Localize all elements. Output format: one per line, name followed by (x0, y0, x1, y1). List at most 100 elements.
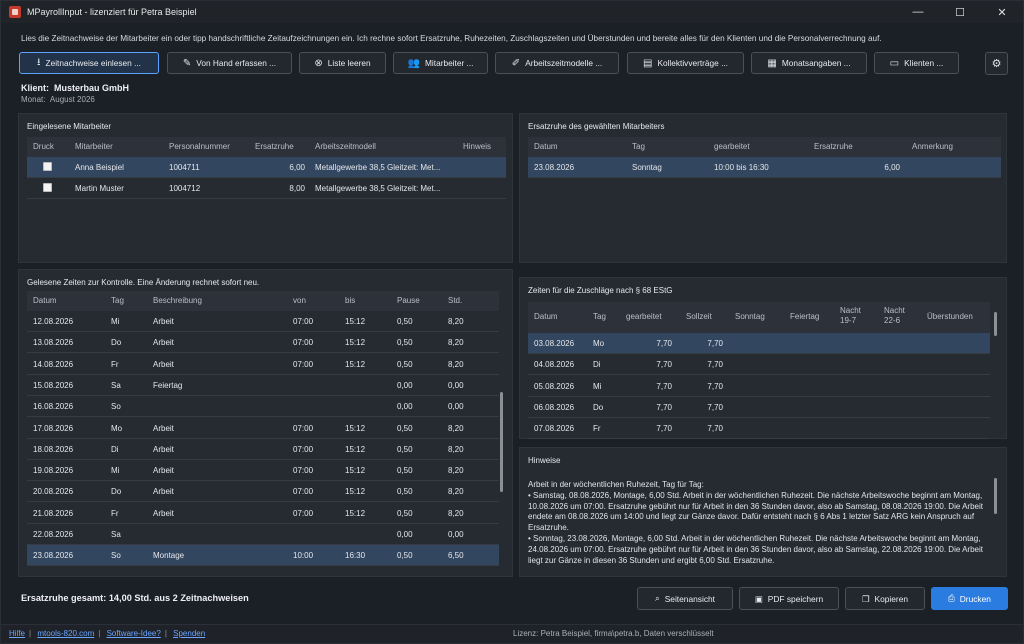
preview-button[interactable]: ⌕ Seitenansicht (637, 587, 733, 610)
collective-agreements-button[interactable]: ▤ Kollektivverträge ... (627, 52, 744, 74)
col-ueberstunden: Überstunden (927, 312, 973, 321)
table-row[interactable]: 23.08.2026 Sonntag 10:00 bis 16:30 6,00 (528, 157, 1001, 178)
table-row[interactable]: 18.08.2026 Di Arbeit 07:00 15:12 0,50 8,20 (27, 439, 499, 460)
preview-label: Seitenansicht (664, 593, 715, 604)
import-button[interactable]: ⭳ Zeitnachweise einlesen ... (19, 52, 159, 74)
table-row[interactable]: Martin Muster 1004712 8,00 Metallgewerbe… (27, 178, 506, 199)
maximize-icon[interactable]: ☐ (939, 1, 981, 23)
row-tag: Sonntag (632, 163, 662, 172)
col-sollzeit: Sollzeit (686, 312, 712, 321)
cell-pause: 0,50 (397, 359, 413, 369)
table-row[interactable]: 05.08.2026 Mi 7,70 7,70 (528, 376, 990, 397)
clear-list-button[interactable]: ⊗ Liste leeren (299, 52, 386, 74)
employee-model: Metallgewerbe 38,5 Gleitzeit: Met... (315, 163, 441, 172)
table-row[interactable]: 13.08.2026 Do Arbeit 07:00 15:12 0,50 8,20 (27, 332, 499, 354)
table-row[interactable]: 04.08.2026 Di 7,70 7,70 (528, 354, 990, 376)
website-link[interactable]: mtools-820.com (37, 629, 94, 638)
table-row[interactable]: 19.08.2026 Mi Arbeit 07:00 15:12 0,50 8,20 (27, 460, 499, 482)
print-label: Drucken (959, 593, 991, 604)
table-row[interactable]: 03.08.2026 Mo 7,70 7,70 (528, 333, 990, 354)
edit-icon: ✐ (511, 57, 521, 69)
cell-datum: 03.08.2026 (534, 339, 575, 348)
clients-button[interactable]: ▭ Klienten ... (874, 52, 959, 74)
hints-scrollbar[interactable] (994, 478, 997, 514)
col-tag: Tag (632, 142, 645, 151)
cell-datum: 05.08.2026 (534, 381, 575, 391)
cell-pause: 0,50 (397, 551, 413, 561)
print-checkbox[interactable] (43, 183, 52, 192)
col-feiertag: Feiertag (790, 312, 820, 321)
cell-gearbeitet: 7,70 (656, 381, 672, 391)
app-window: MPayrollInput - lizenziert für Petra Bei… (0, 0, 1024, 644)
print-button[interactable]: ⎙ Drucken (931, 587, 1008, 610)
cell-pause: 0,50 (397, 487, 413, 497)
cell-tag: Sa (111, 530, 121, 539)
cell-std: 6,50 (448, 551, 464, 561)
table-row[interactable]: 21.08.2026 Fr Arbeit 07:00 15:12 0,50 8,20 (27, 503, 499, 524)
cell-von: 07:00 (293, 508, 314, 518)
close-icon[interactable]: ✕ (981, 1, 1023, 23)
copy-label: Kopieren (874, 593, 909, 604)
preview-icon: ⌕ (655, 593, 660, 603)
cell-beschreibung: Arbeit (153, 423, 174, 433)
zuschlag-scrollbar[interactable] (994, 312, 997, 336)
clear-icon: ⊗ (314, 57, 323, 69)
settings-button[interactable]: ⚙ (985, 52, 1008, 75)
employee-model: Metallgewerbe 38,5 Gleitzeit: Met... (315, 184, 441, 193)
col-gearbeitet: gearbeitet (626, 312, 662, 321)
cell-bis: 15:12 (345, 317, 366, 326)
pdf-icon: ▣ (754, 593, 763, 604)
help-link[interactable]: Hilfe (9, 629, 25, 638)
table-row[interactable]: 06.08.2026 Do 7,70 7,70 (528, 397, 990, 418)
clear-list-label: Liste leeren (327, 58, 371, 68)
cell-datum: 07.08.2026 (534, 424, 575, 434)
cell-sollzeit: 7,70 (707, 424, 723, 434)
col-std: Std. (448, 296, 463, 305)
cell-std: 8,20 (448, 423, 464, 433)
cell-datum: 20.08.2026 (33, 487, 74, 497)
table-row[interactable]: 17.08.2026 Mo Arbeit 07:00 15:12 0,50 8,20 (27, 418, 499, 439)
table-row[interactable]: 22.08.2026 Sa 0,00 0,00 (27, 524, 499, 545)
table-row[interactable]: 07.08.2026 Fr 7,70 7,70 (528, 418, 990, 440)
table-row[interactable]: 14.08.2026 Fr Arbeit 07:00 15:12 0,50 8,20 (27, 354, 499, 375)
cell-von: 07:00 (293, 423, 314, 433)
employees-panel-title: Eingelesene Mitarbeiter (27, 122, 112, 131)
cell-std: 0,00 (448, 402, 464, 412)
employee-name: Anna Beispiel (75, 163, 124, 172)
cell-gearbeitet: 7,70 (656, 402, 672, 412)
table-row[interactable]: 16.08.2026 So 0,00 0,00 (27, 396, 499, 418)
employees-button[interactable]: 👥 Mitarbeiter ... (393, 52, 488, 74)
table-row[interactable]: 12.08.2026 Mi Arbeit 07:00 15:12 0,50 8,20 (27, 311, 499, 332)
donate-link[interactable]: Spenden (173, 629, 205, 638)
employee-ersatzruhe: 6,00 (289, 163, 305, 172)
monthly-data-button[interactable]: ▦ Monatsangaben ... (751, 52, 867, 74)
import-icon: ⭳ (37, 56, 41, 68)
table-row[interactable]: 15.08.2026 Sa Feiertag 0,00 0,00 (27, 375, 499, 396)
table-row[interactable]: 20.08.2026 Do Arbeit 07:00 15:12 0,50 8,20 (27, 481, 499, 503)
manual-entry-button[interactable]: ✎ Von Hand erfassen ... (167, 52, 292, 74)
print-checkbox[interactable] (43, 162, 52, 171)
times-scrollbar[interactable] (500, 392, 503, 492)
work-models-button[interactable]: ✐ Arbeitszeitmodelle ... (495, 52, 619, 74)
hints-panel-title: Hinweise (528, 456, 561, 465)
software-idea-link[interactable]: Software-Idee? (107, 629, 161, 638)
cell-tag: Di (111, 444, 119, 454)
col-tag: Tag (111, 296, 124, 305)
pdf-save-button[interactable]: ▣ PDF speichern (739, 587, 839, 610)
employees-panel: Eingelesene Mitarbeiter Druck Mitarbeite… (18, 113, 513, 263)
copy-button[interactable]: ❐ Kopieren (845, 587, 925, 610)
table-row[interactable]: 23.08.2026 So Montage 10:00 16:30 0,50 6,50 (27, 545, 499, 567)
times-table: Datum Tag Beschreibung von bis Pause Std… (27, 291, 499, 573)
minimize-icon[interactable]: — (897, 1, 939, 23)
hints-text: Arbeit in der wöchentlichen Ruhezeit, Ta… (528, 480, 983, 566)
employees-table-header: Druck Mitarbeiter Personalnummer Ersatzr… (27, 137, 506, 157)
col-mitarbeiter: Mitarbeiter (75, 142, 113, 151)
cell-von: 07:00 (293, 338, 314, 348)
col-beschreibung: Beschreibung (153, 296, 202, 305)
hints-panel: Hinweise Arbeit in der wöchentlichen Ruh… (519, 447, 1007, 577)
col-anmerkung: Anmerkung (912, 142, 953, 151)
cell-tag: Mi (111, 466, 120, 476)
cell-beschreibung: Arbeit (153, 466, 174, 476)
license-text: Lizenz: Petra Beispiel, firma\petra.b, D… (513, 629, 714, 638)
table-row[interactable]: Anna Beispiel 1004711 6,00 Metallgewerbe… (27, 157, 506, 178)
